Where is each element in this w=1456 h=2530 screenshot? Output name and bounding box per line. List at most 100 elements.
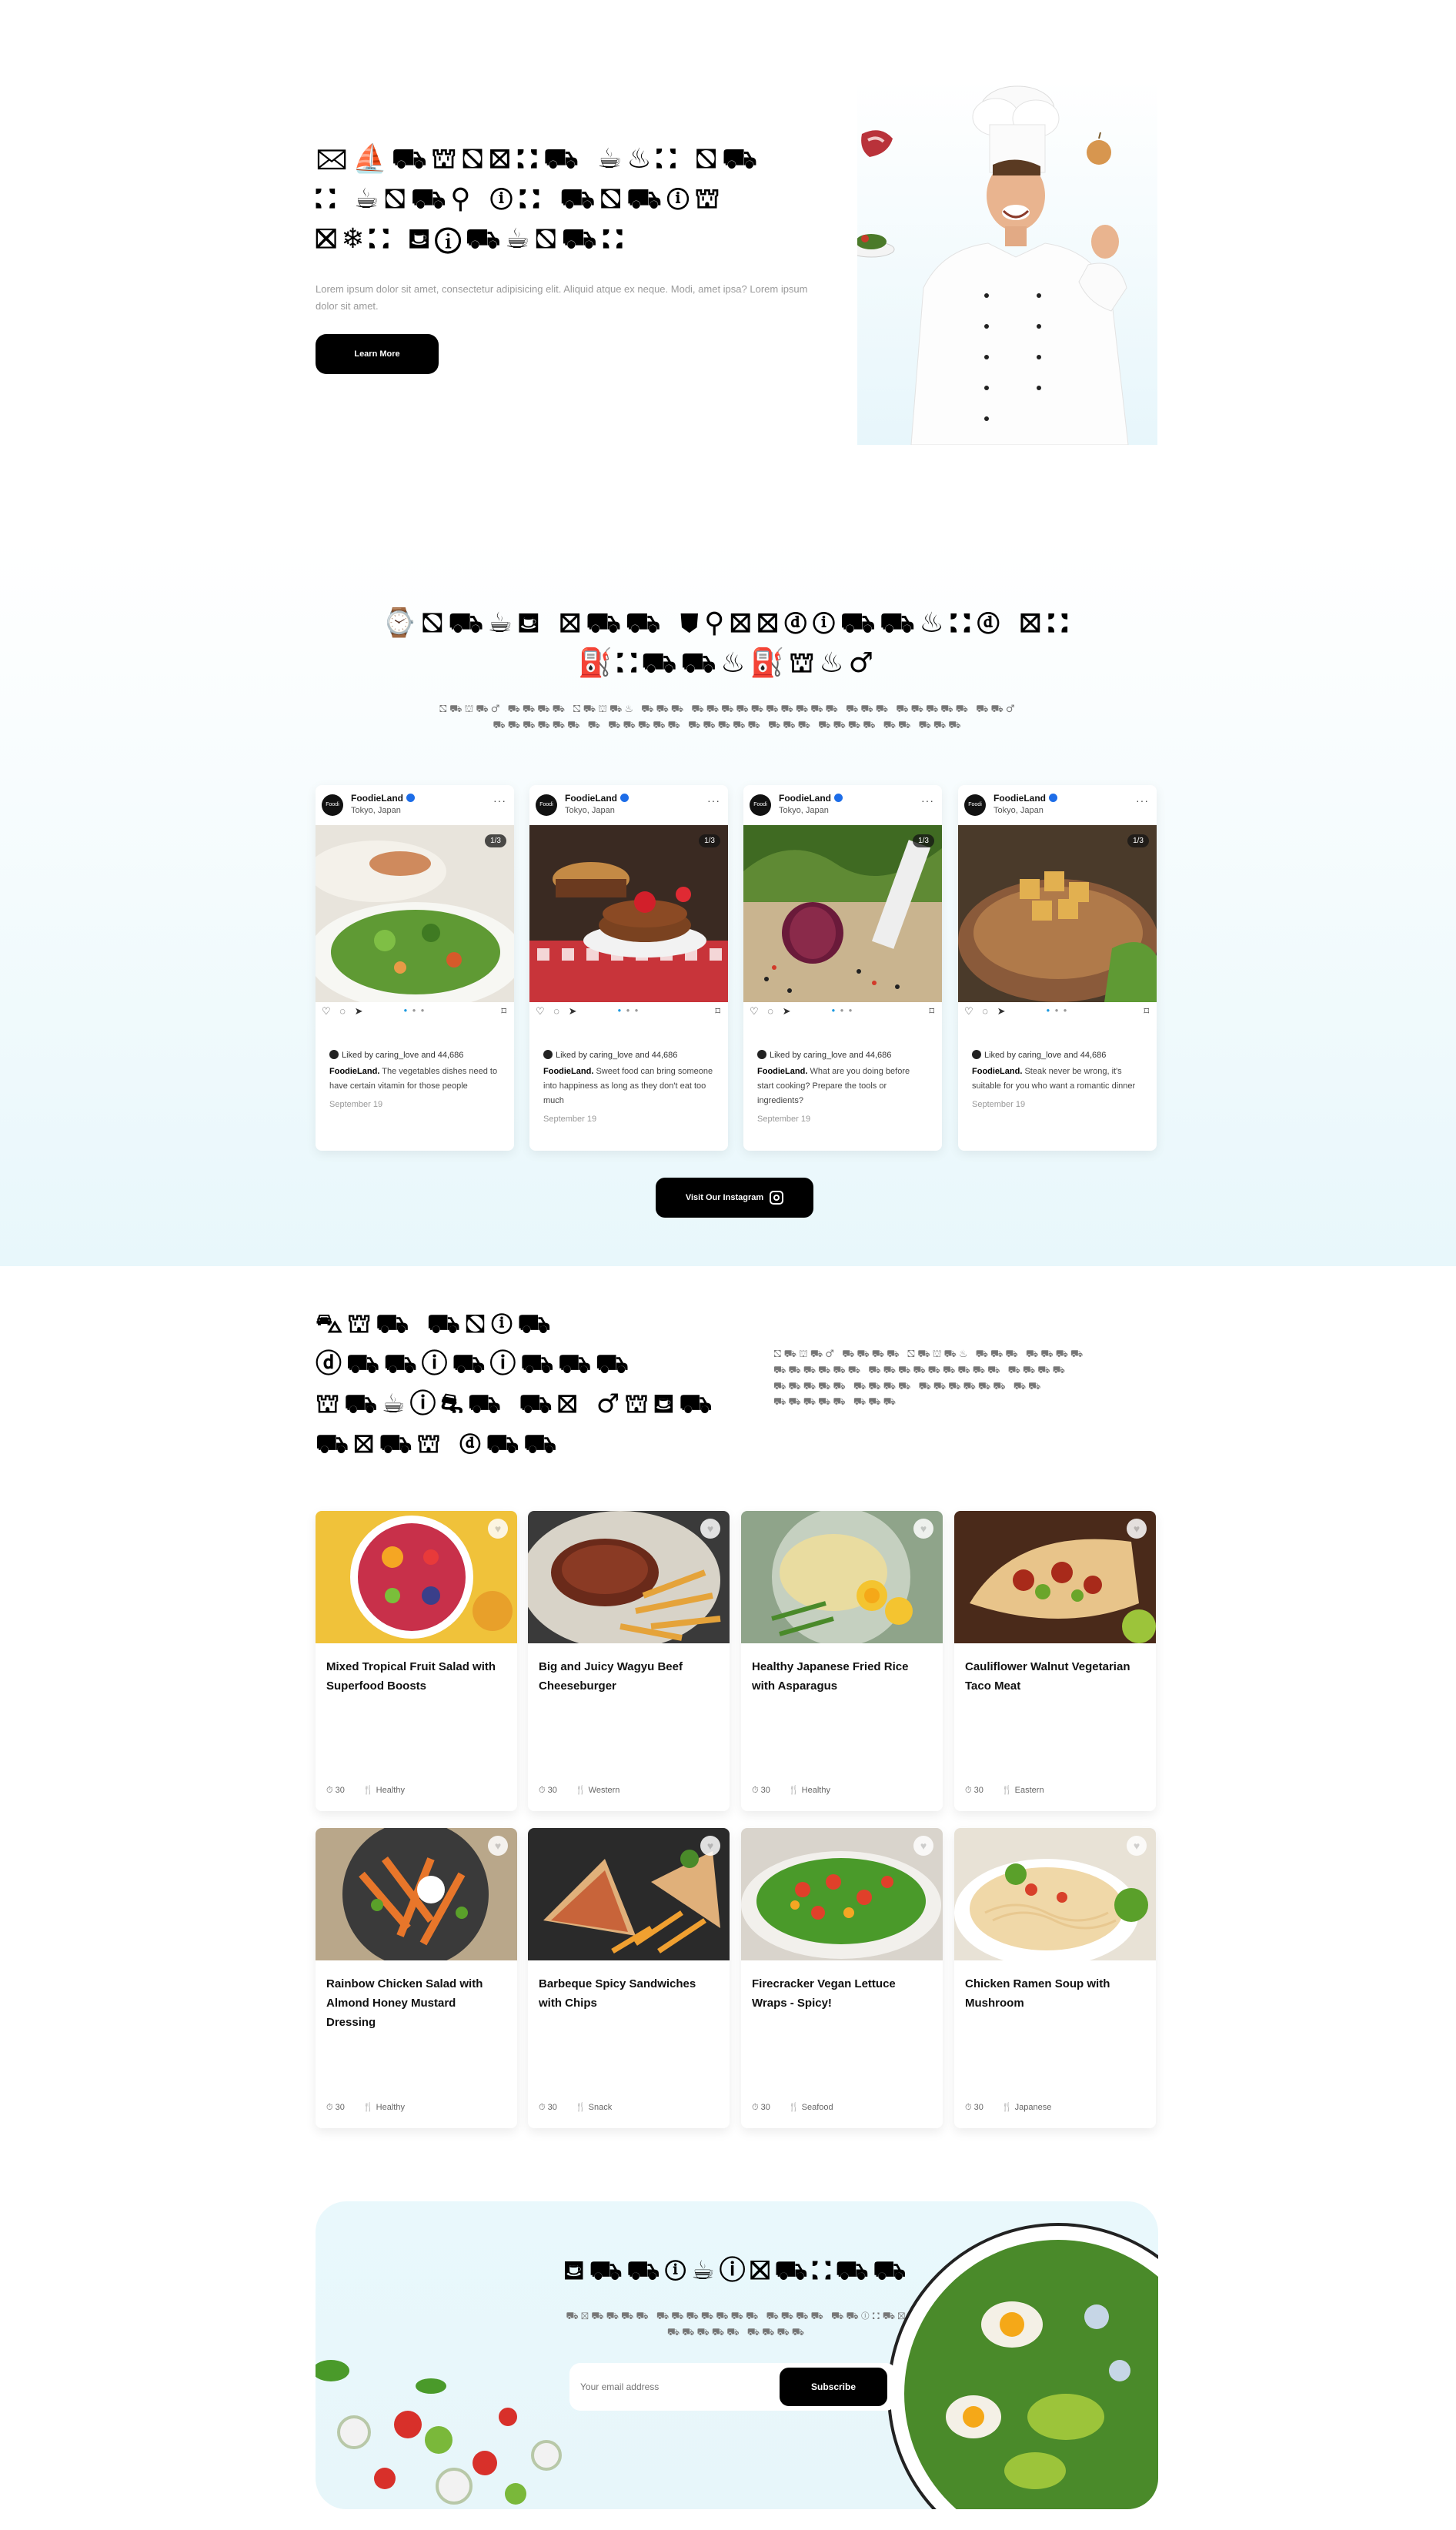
recipe-meta: ⏱ 30 🍴 Eastern (965, 1785, 1063, 1796)
hero-title: 🖂⛵⛟⛫⛞⛝⛚⛟ ☕♨⛚ ⛞⛟ ⛚ ☕⛞⛟⚲ ⓘ⛚ ⛟⛞⛟ⓘ⛫ ⛝❄⛚ ⛾ⓘ⛟☕… (316, 142, 808, 262)
utensils-icon: 🍴 Healthy (788, 1786, 830, 1795)
post-location: Tokyo, Japan (565, 806, 615, 815)
image-counter: 1/3 (913, 834, 934, 847)
recipes-title-line: ⛍⛫⛟ ⛟⛞ⓘ⛟ (316, 1308, 556, 1339)
post-caption: FoodieLand. The vegetables dishes need t… (329, 1064, 500, 1094)
recipe-card[interactable]: ♥ Rainbow Chicken Salad with Almond Hone… (316, 1828, 517, 2128)
favorite-icon[interactable]: ♥ (913, 1519, 933, 1539)
carousel-dots-icon: ● ● ● (617, 1007, 640, 1014)
image-counter: 1/3 (1127, 834, 1149, 847)
utensils-icon: 🍴 Snack (575, 2103, 613, 2112)
instagram-post[interactable]: Foodi FoodieLand Tokyo, Japan ··· 1/3 ♡ … (743, 785, 942, 1151)
avatar: Foodi (750, 794, 771, 816)
recipe-card[interactable]: ♥ Healthy Japanese Fried Rice with Aspar… (741, 1511, 943, 1811)
post-username-text: FoodieLand (993, 793, 1046, 804)
post-date: September 19 (543, 1115, 597, 1124)
recipes-title: ⛍⛫⛟ ⛟⛞ⓘ⛟ ⓓ⛟⛟ⓘ⛟ⓘ⛟⛟⛟ ⛫⛟☕ⓘ⛐⛟ ⛟⛝ ♂⛫⛾⛟ ⛟⛝⛟⛫ ⓓ… (316, 1308, 717, 1469)
post-username: FoodieLand (779, 793, 843, 804)
verified-icon (406, 794, 415, 802)
image-counter: 1/3 (485, 834, 506, 847)
post-location: Tokyo, Japan (993, 806, 1044, 815)
recipe-meta: ⏱ 30 🍴 Snack (539, 2102, 630, 2113)
likes-text: Liked by caring_love and 44,686 (984, 1051, 1107, 1060)
recipe-meta: ⏱ 30 🍴 Western (539, 1785, 638, 1796)
vegetables-illustration (316, 2360, 562, 2505)
recipe-image: ♥ (954, 1828, 1156, 1960)
post-image: 1/3 (958, 825, 1157, 1002)
post-username-text: FoodieLand (779, 793, 831, 804)
hero-description: Lorem ipsum dolor sit amet, consectetur … (316, 283, 808, 312)
bookmark-icon[interactable]: ⌑ (1144, 1005, 1149, 1018)
favorite-icon[interactable]: ♥ (1127, 1836, 1147, 1856)
recipe-category: Healthy (376, 1786, 405, 1795)
more-options-icon[interactable]: ··· (707, 794, 720, 807)
bookmark-icon[interactable]: ⌑ (929, 1005, 934, 1018)
recipe-category: Healthy (801, 1786, 830, 1795)
post-date: September 19 (757, 1115, 811, 1124)
learn-more-button[interactable]: Learn More (316, 334, 439, 374)
recipe-card[interactable]: ♥ Big and Juicy Wagyu Beef Cheeseburger … (528, 1511, 730, 1811)
instagram-section: ⌚⛞⛟☕⛾ ⛝⛟⛟ ⛊⚲⛝⛝ⓓⓘ⛟⛟♨⛚ⓓ ⛝⛚ ⛽⛚⛟⛟♨⛽⛫♨♂ ⛞⛟⛫⛟♂… (0, 539, 1456, 1266)
recipes-subtitle-line: ⛟⛟⛟⛟⛟ ⛟⛟⛟⛟ ⛟⛟⛟⛟⛟⛟ ⛟⛟ (773, 1380, 1044, 1392)
favorite-icon[interactable]: ♥ (488, 1836, 508, 1856)
recipe-card[interactable]: ♥ Mixed Tropical Fruit Salad with Superf… (316, 1511, 517, 1811)
caption-user: FoodieLand. (757, 1067, 808, 1076)
utensils-icon: 🍴 Western (575, 1786, 620, 1795)
favorite-icon[interactable]: ♥ (700, 1519, 720, 1539)
bookmark-icon[interactable]: ⌑ (715, 1005, 720, 1018)
subscribe-title: ⛾⛟⛟ⓘ☕ⓘ⛝⛟⛚⛟⛟ (563, 2255, 911, 2286)
timer-icon: ⏱ 30 (752, 2103, 770, 2112)
favorite-icon[interactable]: ♥ (488, 1519, 508, 1539)
visit-instagram-button[interactable]: Visit Our Instagram (656, 1178, 813, 1218)
recipe-image: ♥ (954, 1511, 1156, 1643)
recipe-category: Seafood (801, 2103, 833, 2112)
likes-text: Liked by caring_love and 44,686 (770, 1051, 892, 1060)
recipe-time: 30 (760, 1786, 770, 1795)
post-username: FoodieLand (351, 793, 415, 804)
carousel-dots-icon: ● ● ● (831, 1007, 854, 1014)
post-image: 1/3 (743, 825, 942, 1002)
post-header: Foodi FoodieLand Tokyo, Japan ··· (529, 785, 728, 825)
more-options-icon[interactable]: ··· (1136, 794, 1149, 807)
recipe-meta: ⏱ 30 🍴 Healthy (326, 1785, 423, 1796)
timer-icon: ⏱ 30 (965, 1786, 983, 1795)
timer-icon: ⏱ 30 (326, 2103, 345, 2112)
carousel-dots-icon: ● ● ● (403, 1007, 426, 1014)
timer-icon: ⏱ 30 (326, 1786, 345, 1795)
hero-section: 🖂⛵⛟⛫⛞⛝⛚⛟ ☕♨⛚ ⛞⛟ ⛚ ☕⛞⛟⚲ ⓘ⛚ ⛟⛞⛟ⓘ⛫ ⛝❄⛚ ⛾ⓘ⛟☕… (0, 0, 1456, 493)
utensils-icon: 🍴 Eastern (1001, 1786, 1044, 1795)
instagram-post[interactable]: Foodi FoodieLand Tokyo, Japan ··· 1/3 ♡ … (958, 785, 1157, 1151)
hero-title-line: ⛝❄⛚ ⛾ⓘ⛟☕⛞⛟⛚ (316, 223, 629, 255)
recipes-subtitle: ⛞⛟⛫⛟♂ ⛟⛟⛟⛟ ⛞⛟⛫⛟♨ ⛟⛟⛟ ⛟⛟⛟⛟ ⛟⛟⛟⛟⛟⛟ ⛟⛟⛟⛟⛟⛟⛟… (773, 1347, 1143, 1411)
favorite-icon[interactable]: ♥ (913, 1836, 933, 1856)
utensils-icon: 🍴 Healthy (362, 1786, 405, 1795)
email-field[interactable] (580, 2371, 780, 2403)
post-date: September 19 (972, 1100, 1026, 1109)
subscribe-section: ⛾⛟⛟ⓘ☕ⓘ⛝⛟⛚⛟⛟ ⛟⛝⛟⛟⛟⛟ ⛟⛟⛟⛟⛟⛟⛟ ⛟⛟⛟⛟ ⛟⛟ⓘ⛚⛟⛝ ⛟… (316, 2201, 1158, 2509)
instagram-post[interactable]: Foodi FoodieLand Tokyo, Japan ··· 1/3 ♡ … (316, 785, 514, 1151)
post-image: 1/3 (529, 825, 728, 1002)
recipe-name: Healthy Japanese Fried Rice with Asparag… (752, 1660, 909, 1693)
utensils-icon: 🍴 Japanese (1001, 2103, 1052, 2112)
more-options-icon[interactable]: ··· (921, 794, 934, 807)
recipe-card[interactable]: ♥ Firecracker Vegan Lettuce Wraps - Spic… (741, 1828, 943, 2128)
post-actions: ♡ ◌ ➤ ● ● ● ⌑ (316, 1002, 514, 1024)
more-options-icon[interactable]: ··· (493, 794, 506, 807)
recipe-name: Cauliflower Walnut Vegetarian Taco Meat (965, 1660, 1130, 1693)
recipe-name: Mixed Tropical Fruit Salad with Superfoo… (326, 1660, 496, 1693)
favorite-icon[interactable]: ♥ (1127, 1519, 1147, 1539)
bookmark-icon[interactable]: ⌑ (501, 1005, 506, 1018)
subscribe-button[interactable]: Subscribe (780, 2368, 887, 2406)
timer-icon: ⏱ 30 (539, 2103, 557, 2112)
favorite-icon[interactable]: ♥ (700, 1836, 720, 1856)
recipe-card[interactable]: ♥ Barbeque Spicy Sandwiches with Chips ⏱… (528, 1828, 730, 2128)
verified-icon (1049, 794, 1057, 802)
recipes-title-line: ⛫⛟☕ⓘ⛐⛟ ⛟⛝ ♂⛫⛾⛟ (316, 1389, 717, 1419)
recipe-card[interactable]: ♥ Chicken Ramen Soup with Mushroom ⏱ 30 🍴… (954, 1828, 1156, 2128)
recipe-time: 30 (973, 2103, 983, 2112)
instagram-post[interactable]: Foodi FoodieLand Tokyo, Japan ··· 1/3 ♡ … (529, 785, 728, 1151)
post-location: Tokyo, Japan (779, 806, 829, 815)
recipe-card[interactable]: ♥ Cauliflower Walnut Vegetarian Taco Mea… (954, 1511, 1156, 1811)
post-actions: ♡ ◌ ➤ ● ● ● ⌑ (743, 1002, 942, 1024)
recipes-subtitle-line: ⛟⛟⛟⛟⛟ ⛟⛟⛟ (773, 1396, 898, 1409)
